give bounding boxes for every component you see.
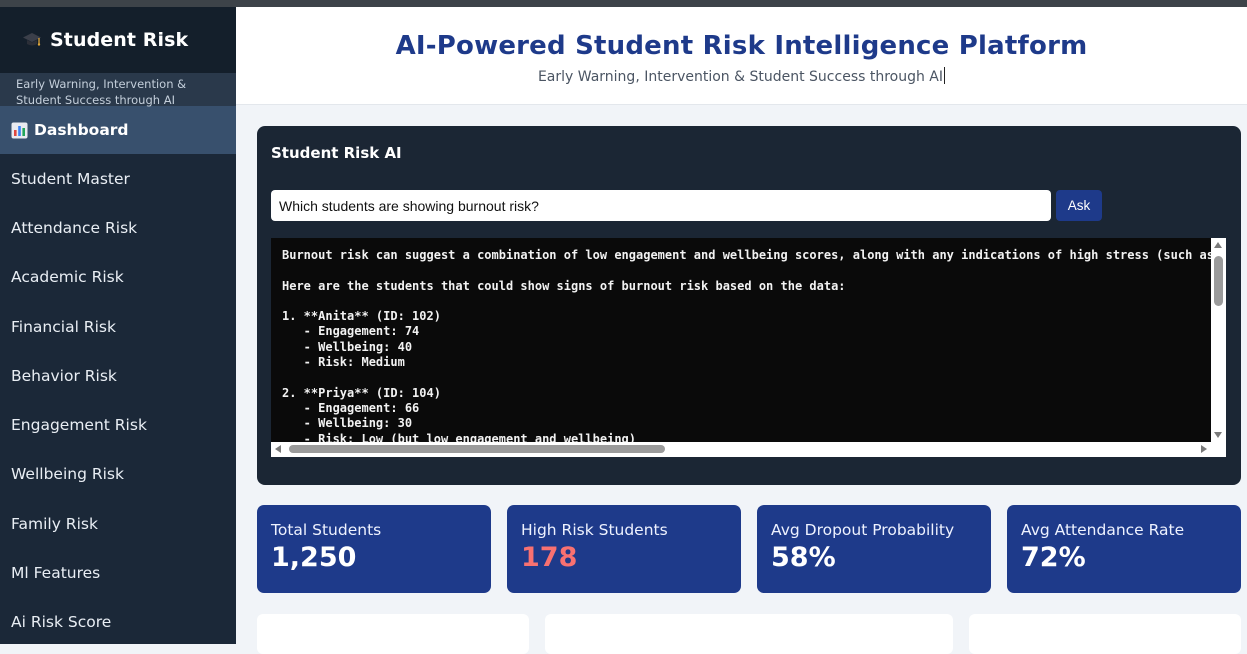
chart-card	[545, 614, 953, 654]
sidebar-item-dashboard[interactable]: Dashboard	[0, 106, 236, 154]
response-output[interactable]: Burnout risk can suggest a combination o…	[271, 238, 1226, 457]
sidebar-item-family-risk[interactable]: Family Risk	[0, 499, 236, 548]
sidebar-item-ai-risk-score[interactable]: Ai Risk Score	[0, 598, 236, 644]
ask-button[interactable]: Ask	[1056, 190, 1102, 221]
main-content: AI-Powered Student Risk Intelligence Pla…	[236, 7, 1247, 654]
sidebar-item-label: Wellbeing Risk	[11, 465, 124, 484]
kpi-card-high-risk-students: High Risk Students 178	[507, 505, 741, 593]
horizontal-scrollbar[interactable]	[271, 442, 1211, 457]
sidebar-item-label: Attendance Risk	[11, 218, 138, 237]
brand[interactable]: Student Risk	[0, 7, 236, 73]
sidebar-item-label: Academic Risk	[11, 268, 124, 287]
scroll-up-arrow-icon[interactable]	[1214, 242, 1222, 248]
page-title: AI-Powered Student Risk Intelligence Pla…	[395, 31, 1088, 61]
kpi-card-total-students: Total Students 1,250	[257, 505, 491, 593]
sidebar-item-financial-risk[interactable]: Financial Risk	[0, 302, 236, 351]
ai-assistant-panel: Student Risk AI Ask Burnout risk can sug…	[257, 126, 1241, 485]
sidebar-item-attendance-risk[interactable]: Attendance Risk	[0, 203, 236, 252]
kpi-value: 1,250	[271, 542, 357, 573]
kpi-value: 58%	[771, 542, 836, 573]
sidebar-tagline: Early Warning, Intervention & Student Su…	[0, 73, 236, 107]
sidebar-item-label: Behavior Risk	[11, 366, 117, 385]
bar-chart-icon	[11, 122, 28, 138]
sidebar-item-engagement-risk[interactable]: Engagement Risk	[0, 400, 236, 449]
window-top-strip	[0, 0, 1247, 7]
sidebar-item-label: Ai Risk Score	[11, 613, 112, 632]
graduation-cap-icon	[23, 33, 41, 46]
sidebar-item-behavior-risk[interactable]: Behavior Risk	[0, 351, 236, 400]
response-text: Burnout risk can suggest a combination o…	[282, 248, 1211, 442]
question-input[interactable]	[271, 190, 1051, 221]
ai-panel-title: Student Risk AI	[271, 144, 402, 162]
response-viewport: Burnout risk can suggest a combination o…	[271, 238, 1211, 442]
kpi-card-avg-attendance-rate: Avg Attendance Rate 72%	[1007, 505, 1241, 593]
sidebar-item-label: Engagement Risk	[11, 416, 147, 435]
chart-card	[969, 614, 1241, 654]
scroll-right-arrow-icon[interactable]	[1201, 445, 1207, 453]
kpi-value: 178	[521, 542, 578, 573]
sidebar-item-academic-risk[interactable]: Academic Risk	[0, 253, 236, 302]
sidebar-item-label: Ml Features	[11, 564, 101, 583]
kpi-label: Avg Attendance Rate	[1021, 521, 1185, 539]
kpi-label: Avg Dropout Probability	[771, 521, 955, 539]
kpi-row: Total Students 1,250 High Risk Students …	[257, 505, 1241, 593]
page-header: AI-Powered Student Risk Intelligence Pla…	[236, 7, 1247, 105]
sidebar-item-label: Dashboard	[34, 121, 129, 139]
sidebar-item-student-master[interactable]: Student Master	[0, 154, 236, 203]
scroll-down-arrow-icon[interactable]	[1214, 432, 1222, 438]
kpi-label: High Risk Students	[521, 521, 668, 539]
kpi-label: Total Students	[271, 521, 382, 539]
sidebar: Student Risk Early Warning, Intervention…	[0, 7, 236, 644]
sidebar-item-label: Student Master	[11, 169, 130, 188]
sidebar-item-label: Financial Risk	[11, 317, 116, 336]
page-subtitle: Early Warning, Intervention & Student Su…	[236, 67, 1247, 85]
vertical-scrollbar[interactable]	[1211, 238, 1226, 442]
scroll-left-arrow-icon[interactable]	[275, 445, 281, 453]
chart-card	[257, 614, 529, 654]
page-subtitle-text: Early Warning, Intervention & Student Su…	[537, 69, 944, 85]
sidebar-item-wellbeing-risk[interactable]: Wellbeing Risk	[0, 450, 236, 499]
vertical-scroll-thumb[interactable]	[1214, 256, 1223, 306]
horizontal-scroll-thumb[interactable]	[289, 445, 665, 453]
brand-title: Student Risk	[50, 29, 189, 51]
text-cursor	[944, 67, 946, 84]
sidebar-item-ml-features[interactable]: Ml Features	[0, 548, 236, 597]
kpi-value: 72%	[1021, 542, 1086, 573]
kpi-card-avg-dropout-probability: Avg Dropout Probability 58%	[757, 505, 991, 593]
sidebar-item-label: Family Risk	[11, 514, 98, 533]
